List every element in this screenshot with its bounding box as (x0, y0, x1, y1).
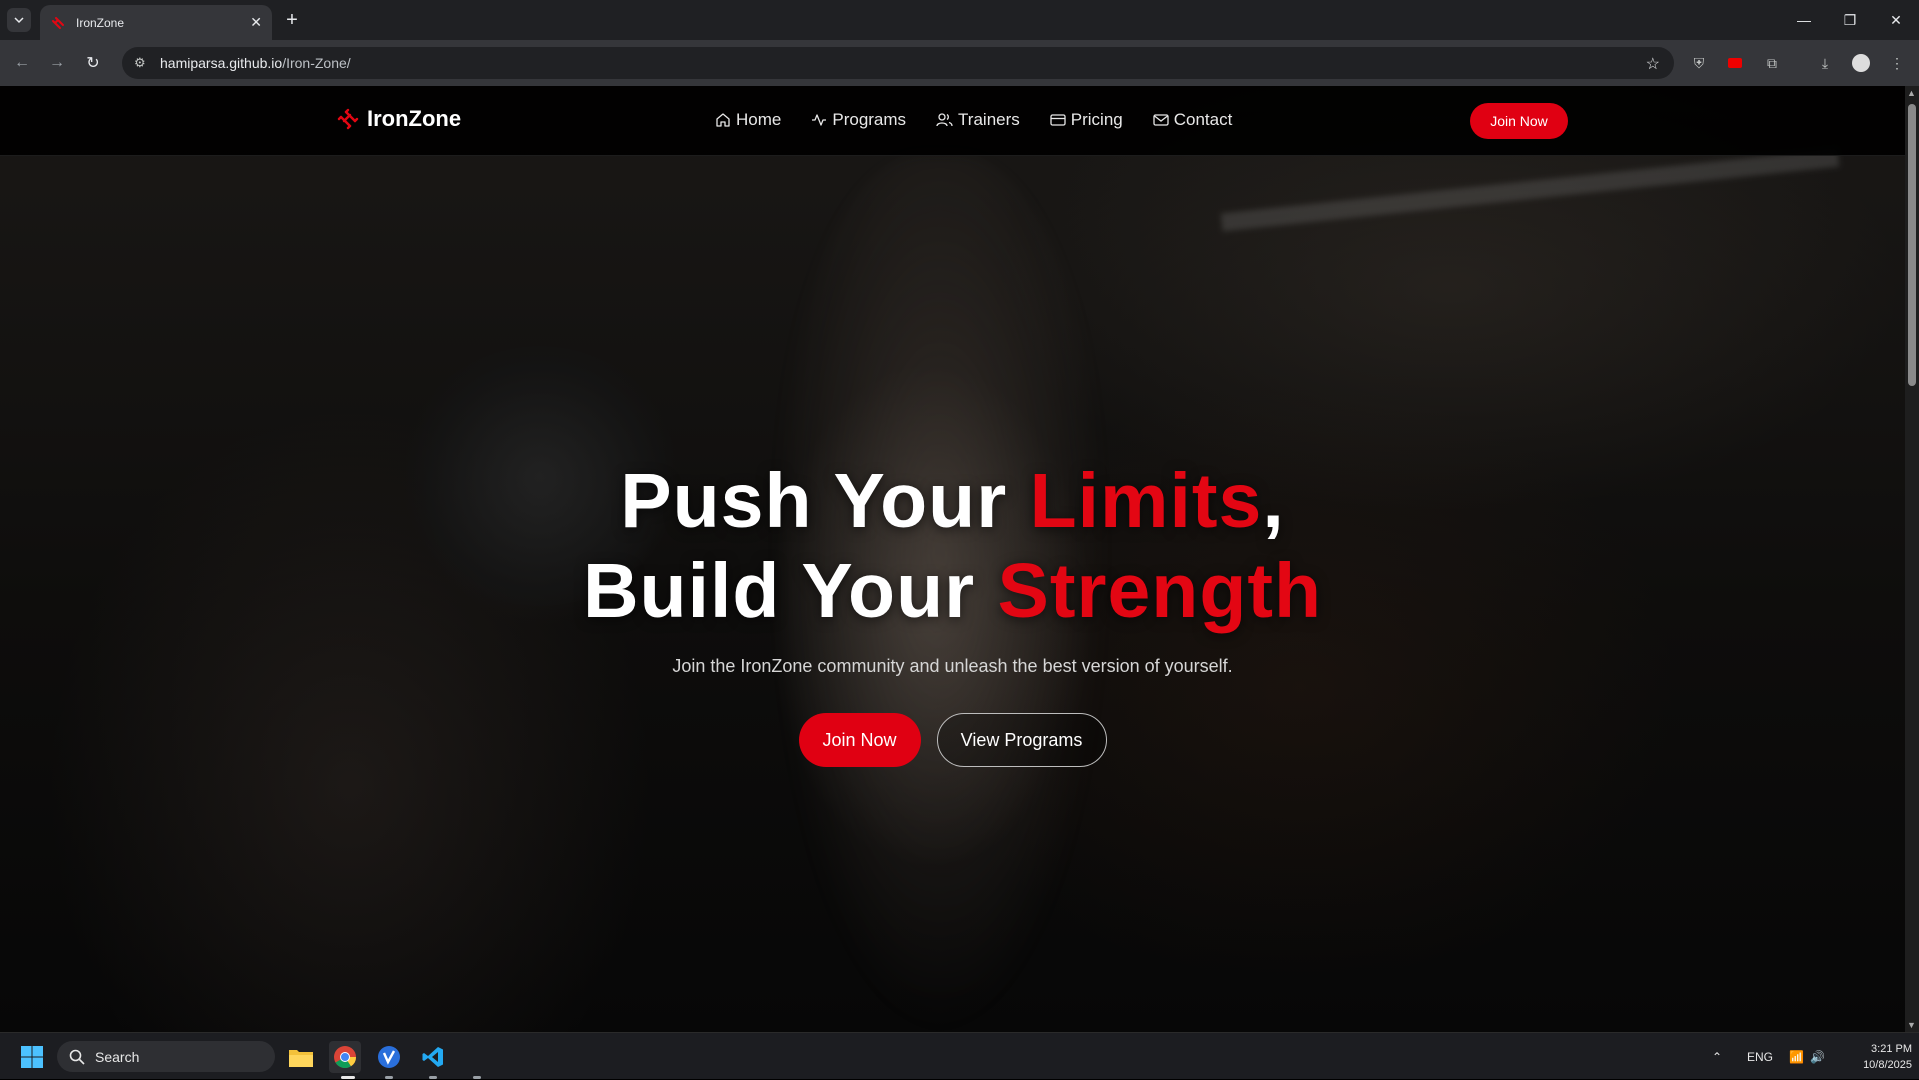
vscode-icon[interactable] (417, 1041, 449, 1073)
language-indicator[interactable]: ENG (1747, 1033, 1773, 1080)
tab-title: IronZone (76, 15, 125, 30)
tray-overflow-icon[interactable]: ⌃ (1712, 1033, 1722, 1080)
profile-avatar[interactable] (1851, 53, 1871, 73)
browser-tab-active[interactable]: IronZone ✕ (40, 5, 272, 40)
new-tab-button[interactable]: + (280, 8, 304, 32)
clock-date: 10/8/2025 (1863, 1059, 1912, 1071)
taskbar-search-label: Search (95, 1048, 140, 1065)
address-bar[interactable]: ⚙ hamiparsa.github.io/Iron-Zone/ ☆ (122, 47, 1674, 79)
page-scrollbar[interactable]: ▲ ▼ (1905, 86, 1919, 1032)
headline-accent-strength: Strength (997, 548, 1323, 634)
system-clock[interactable]: 3:21 PM 10/8/2025 (1840, 1041, 1912, 1073)
youtube-extension-icon[interactable] (1725, 53, 1745, 73)
reload-button[interactable]: ↻ (81, 51, 105, 75)
browser-toolbar: ← → ↻ ⚙ hamiparsa.github.io/Iron-Zone/ ☆… (0, 40, 1919, 86)
web-page: IronZone Home Programs Trainers Pricing … (0, 86, 1905, 1032)
minimize-button[interactable]: — (1781, 0, 1827, 40)
forward-button[interactable]: → (45, 51, 69, 75)
headline-line-2: Build Your Strength (582, 548, 1323, 634)
windows-taskbar: Search ⌃ ENG 📶 🔊 3:21 PM 10/8/2025 (0, 1032, 1919, 1079)
volume-icon[interactable]: 🔊 (1810, 1033, 1825, 1080)
chevron-down-icon (14, 17, 24, 24)
close-window-button[interactable]: ✕ (1873, 0, 1919, 40)
view-programs-button[interactable]: View Programs (936, 713, 1107, 767)
app-v-icon[interactable] (373, 1041, 405, 1073)
hero-cta-row: Join Now View Programs (0, 713, 1905, 767)
shield-extension-icon[interactable]: ⛨ (1689, 53, 1709, 73)
browser-menu-icon[interactable]: ⋮ (1887, 53, 1907, 73)
hero-join-button[interactable]: Join Now (798, 713, 921, 767)
tab-search-button[interactable] (7, 8, 31, 32)
file-explorer-icon[interactable] (285, 1041, 317, 1073)
url-text: hamiparsa.github.io/Iron-Zone/ (160, 55, 351, 71)
bookmark-star-icon[interactable]: ☆ (1646, 54, 1660, 74)
browser-tab-bar: IronZone ✕ + — ❐ ✕ (0, 0, 1919, 40)
headline-line-1: Push Your Limits, (620, 458, 1285, 544)
clock-time: 3:21 PM (1871, 1043, 1912, 1055)
scrollbar-thumb[interactable] (1908, 104, 1916, 386)
taskbar-search[interactable]: Search (57, 1041, 275, 1072)
wifi-icon[interactable]: 📶 (1789, 1033, 1804, 1080)
restore-button[interactable]: ❐ (1827, 0, 1873, 40)
back-button[interactable]: ← (10, 51, 34, 75)
chrome-icon[interactable] (329, 1041, 361, 1073)
start-button[interactable] (16, 1041, 48, 1073)
dumbbell-favicon-icon (52, 16, 64, 29)
site-info-icon[interactable]: ⚙ (134, 55, 150, 71)
scroll-down-arrow-icon[interactable]: ▼ (1907, 1020, 1916, 1030)
hero-section: Push Your Limits, Build Your Strength Jo… (0, 86, 1905, 1032)
hero-subtitle: Join the IronZone community and unleash … (672, 656, 1233, 676)
hero-headline: Push Your Limits, Build Your Strength (0, 456, 1905, 636)
extensions-icon[interactable]: ⧉ (1762, 53, 1782, 73)
download-icon[interactable]: ⤓ (1815, 53, 1835, 73)
search-icon (69, 1049, 85, 1065)
windows-logo-icon (21, 1046, 43, 1068)
headline-accent-limits: Limits (1029, 458, 1263, 544)
tab-close-icon[interactable]: ✕ (250, 14, 262, 31)
scroll-up-arrow-icon[interactable]: ▲ (1907, 88, 1916, 98)
